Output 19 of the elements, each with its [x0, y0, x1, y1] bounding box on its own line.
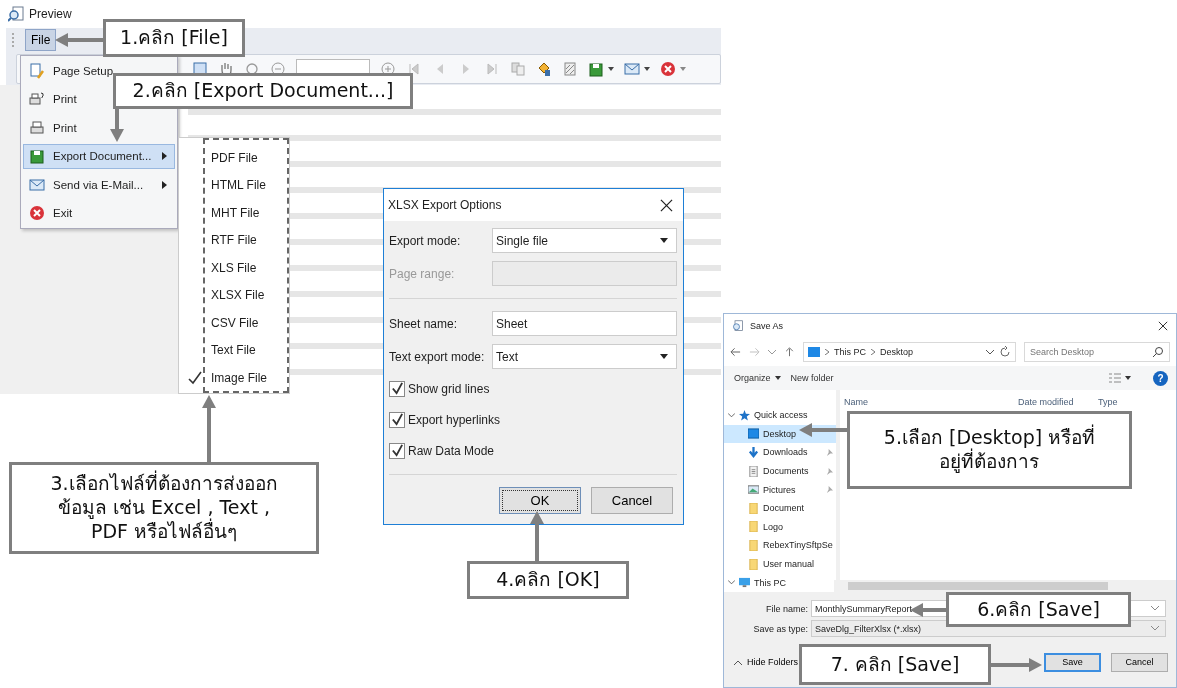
- field-label: Save as type:: [752, 623, 808, 634]
- field-label: Page range:: [389, 266, 456, 281]
- checkbox-label: Export hyperlinks: [408, 412, 501, 427]
- step-tooltip: 1.คลิก [File]: [103, 19, 245, 57]
- step-tooltip: 4.คลิก [OK]: [467, 561, 629, 599]
- field-label: Sheet name:: [389, 316, 459, 331]
- checkbox-label: Show grid lines: [408, 381, 490, 396]
- step-tooltip: 5.เลือก [Desktop] หรือที่ อยู่ที่ต้องการ: [847, 411, 1132, 489]
- field-label: Export mode:: [389, 233, 462, 248]
- step-tooltip: 6.คลิก [Save]: [946, 592, 1131, 627]
- step-tooltip: 2.คลิก [Export Document...]: [113, 73, 413, 109]
- field-label: Text export mode:: [389, 349, 486, 364]
- field-label: File name:: [764, 603, 808, 614]
- dialog-title: XLSX Export Options: [388, 198, 502, 212]
- checkbox-label: Raw Data Mode: [408, 443, 495, 458]
- dialog-title: Save As: [750, 321, 784, 331]
- step-tooltip: 7. คลิก [Save]: [799, 644, 991, 685]
- step-tooltip: 3.เลือกไฟล์ที่ต้องการส่งออก ข้อมูล เช่น Excel , Text , PDF หรือไฟล์อื่นๆ: [9, 462, 319, 554]
- window-title: Preview: [29, 7, 72, 21]
